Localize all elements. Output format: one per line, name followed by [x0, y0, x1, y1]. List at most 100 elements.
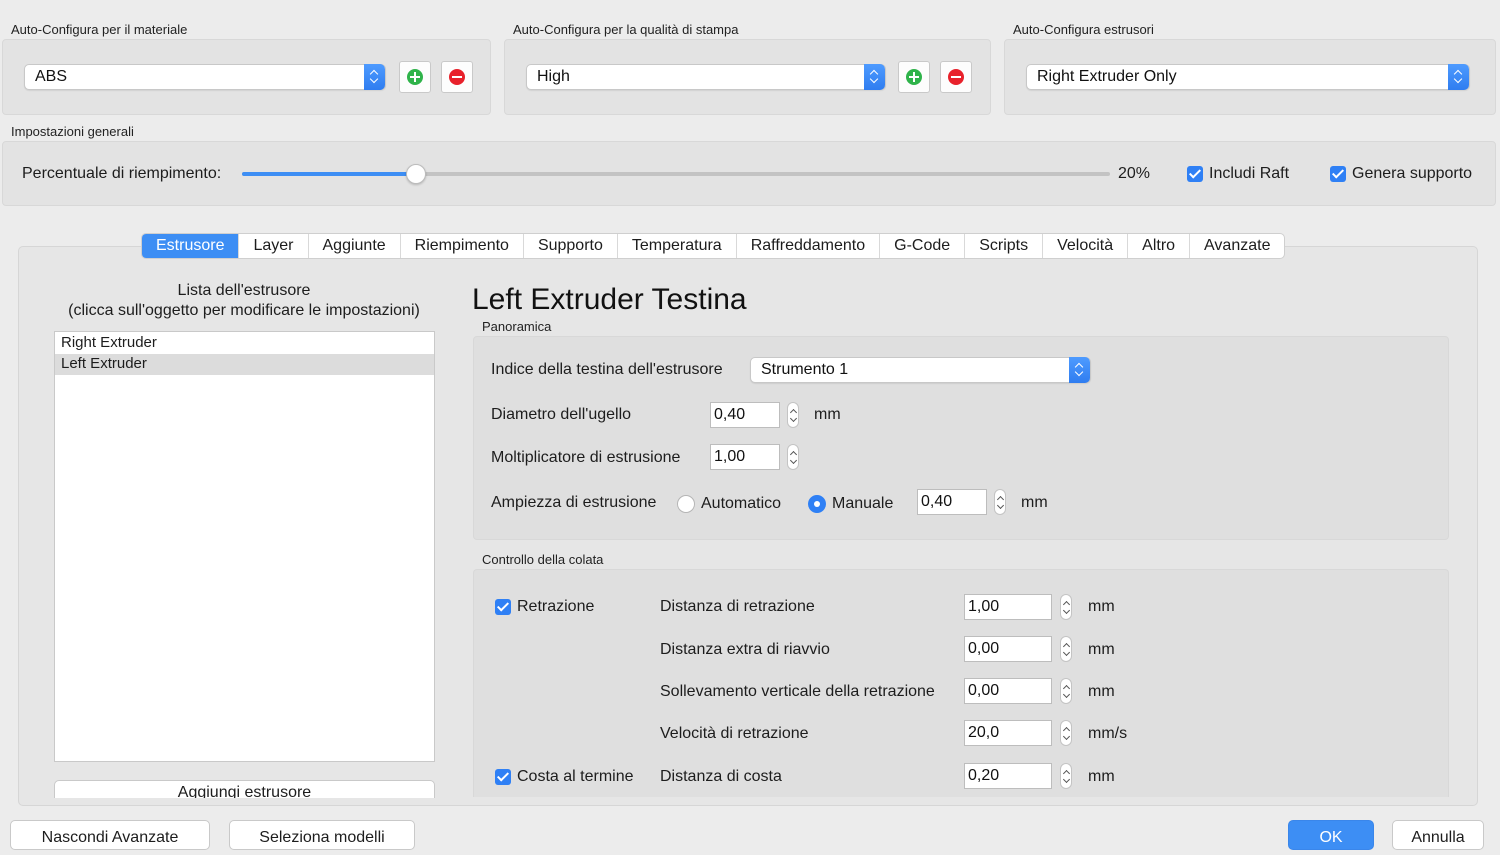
tab-temperatura[interactable]: Temperatura [618, 234, 737, 258]
vertical-lift-input[interactable]: 0,00 [964, 678, 1052, 704]
select-models-button[interactable]: Seleziona modelli [229, 820, 415, 850]
extruders-panel: Right Extruder Only [1004, 39, 1496, 115]
coast-distance-input[interactable]: 0,20 [964, 763, 1052, 789]
plus-icon [407, 69, 423, 85]
coast-distance-label: Distanza di costa [660, 768, 782, 785]
tab-velocita[interactable]: Velocità [1043, 234, 1129, 258]
width-unit: mm [1021, 494, 1048, 511]
nozzle-input[interactable]: 0,40 [710, 402, 780, 428]
material-panel: ABS [2, 39, 491, 115]
tab-raffreddamento[interactable]: Raffreddamento [737, 234, 881, 258]
general-panel: Percentuale di riempimento: 20% Includi … [2, 141, 1496, 206]
width-manual-radio[interactable] [808, 495, 826, 513]
ooze-control-label: Controllo della colata [482, 552, 604, 567]
retraction-checkbox[interactable] [495, 599, 511, 615]
plus-icon [906, 69, 922, 85]
ok-button[interactable]: OK [1288, 820, 1374, 850]
nozzle-unit: mm [814, 406, 841, 423]
support-label: Genera supporto [1352, 165, 1473, 182]
width-auto-label: Automatico [701, 495, 782, 512]
restart-extra-input[interactable]: 0,00 [964, 636, 1052, 662]
restart-extra-label: Distanza extra di riavvio [660, 641, 830, 658]
retraction-speed-stepper[interactable] [1060, 720, 1072, 746]
vertical-lift-label: Sollevamento verticale della retrazione [660, 683, 935, 700]
material-section-label: Auto-Configura per il materiale [11, 22, 188, 37]
infill-label: Percentuale di riempimento: [22, 165, 222, 182]
width-stepper[interactable] [994, 489, 1006, 515]
quality-section-label: Auto-Configura per la qualità di stampa [513, 22, 739, 37]
minus-icon [449, 69, 465, 85]
add-extruder-clip: Aggiungi estrusore [54, 780, 435, 798]
nozzle-label: Diametro dell'ugello [491, 406, 632, 423]
retraction-speed-unit: mm/s [1088, 725, 1128, 742]
tab-aggiunte[interactable]: Aggiunte [309, 234, 401, 258]
settings-tabs: Estrusore Layer Aggiunte Riempimento Sup… [141, 233, 1286, 259]
coast-distance-stepper[interactable] [1060, 763, 1072, 789]
infill-slider-fill [242, 172, 416, 176]
material-select[interactable]: ABS [24, 64, 386, 90]
retraction-speed-input[interactable]: 20,0 [964, 720, 1052, 746]
add-extruder-button[interactable]: Aggiungi estrusore [54, 780, 435, 798]
minus-icon [948, 69, 964, 85]
vertical-lift-stepper[interactable] [1060, 678, 1072, 704]
retraction-distance-input[interactable]: 1,00 [964, 594, 1052, 620]
coast-checkbox[interactable] [495, 769, 511, 785]
extruder-list-title: Lista dell'estrusore [177, 282, 311, 299]
material-value: ABS [35, 68, 68, 85]
list-item-selected[interactable]: Left Extruder [55, 354, 434, 375]
coast-label: Costa al termine [517, 768, 634, 785]
tab-gcode[interactable]: G-Code [880, 234, 966, 258]
hide-advanced-button[interactable]: Nascondi Avanzate [10, 820, 210, 850]
coast-distance-unit: mm [1088, 768, 1115, 785]
width-auto-radio[interactable] [677, 495, 695, 513]
multiplier-input[interactable]: 1,00 [710, 444, 780, 470]
retraction-distance-label: Distanza di retrazione [660, 598, 815, 615]
tab-layer[interactable]: Layer [239, 234, 309, 258]
extruder-list-subtitle: (clicca sull'oggetto per modificare le i… [68, 302, 420, 319]
popup-arrows-icon [1069, 357, 1090, 383]
list-item[interactable]: Right Extruder [55, 333, 434, 354]
quality-value: High [537, 68, 570, 85]
nozzle-stepper[interactable] [787, 402, 799, 428]
popup-arrows-icon [1448, 64, 1469, 90]
tab-riempimento[interactable]: Riempimento [401, 234, 524, 258]
popup-arrows-icon [864, 64, 885, 90]
multiplier-label: Moltiplicatore di estrusione [491, 449, 681, 466]
width-label: Ampiezza di estrusione [491, 494, 657, 511]
quality-panel: High [504, 39, 991, 115]
quality-select[interactable]: High [526, 64, 886, 90]
overview-label: Panoramica [482, 319, 552, 334]
restart-extra-unit: mm [1088, 641, 1115, 658]
infill-slider-knob[interactable] [405, 164, 426, 184]
tab-supporto[interactable]: Supporto [524, 234, 618, 258]
multiplier-stepper[interactable] [787, 444, 799, 470]
support-checkbox[interactable] [1330, 166, 1346, 182]
general-section-label: Impostazioni generali [11, 124, 134, 139]
raft-checkbox[interactable] [1187, 166, 1203, 182]
restart-extra-stepper[interactable] [1060, 636, 1072, 662]
infill-value: 20% [1118, 165, 1151, 182]
width-input[interactable]: 0,40 [917, 489, 987, 515]
extruders-select[interactable]: Right Extruder Only [1026, 64, 1470, 90]
head-index-label: Indice della testina dell'estrusore [491, 361, 723, 378]
extruders-section-label: Auto-Configura estrusori [1013, 22, 1154, 37]
width-manual-label: Manuale [832, 495, 894, 512]
remove-quality-button[interactable] [940, 61, 972, 93]
add-material-button[interactable] [399, 61, 431, 93]
vertical-lift-unit: mm [1088, 683, 1115, 700]
retraction-distance-stepper[interactable] [1060, 594, 1072, 620]
ooze-panel: Retrazione Distanza di retrazione 1,00 m… [473, 569, 1449, 797]
retraction-speed-label: Velocità di retrazione [660, 725, 809, 742]
head-index-value: Strumento 1 [761, 361, 849, 378]
tab-avanzate[interactable]: Avanzate [1190, 234, 1284, 258]
cancel-button[interactable]: Annulla [1392, 820, 1484, 850]
infill-slider[interactable] [242, 164, 1110, 184]
add-quality-button[interactable] [898, 61, 930, 93]
head-index-select[interactable]: Strumento 1 [750, 357, 1091, 383]
overview-panel: Indice della testina dell'estrusore Stru… [473, 336, 1449, 540]
tab-estrusore[interactable]: Estrusore [142, 234, 240, 258]
retraction-label: Retrazione [517, 598, 595, 615]
tab-scripts[interactable]: Scripts [965, 234, 1044, 258]
tab-altro[interactable]: Altro [1128, 234, 1191, 258]
remove-material-button[interactable] [441, 61, 473, 93]
